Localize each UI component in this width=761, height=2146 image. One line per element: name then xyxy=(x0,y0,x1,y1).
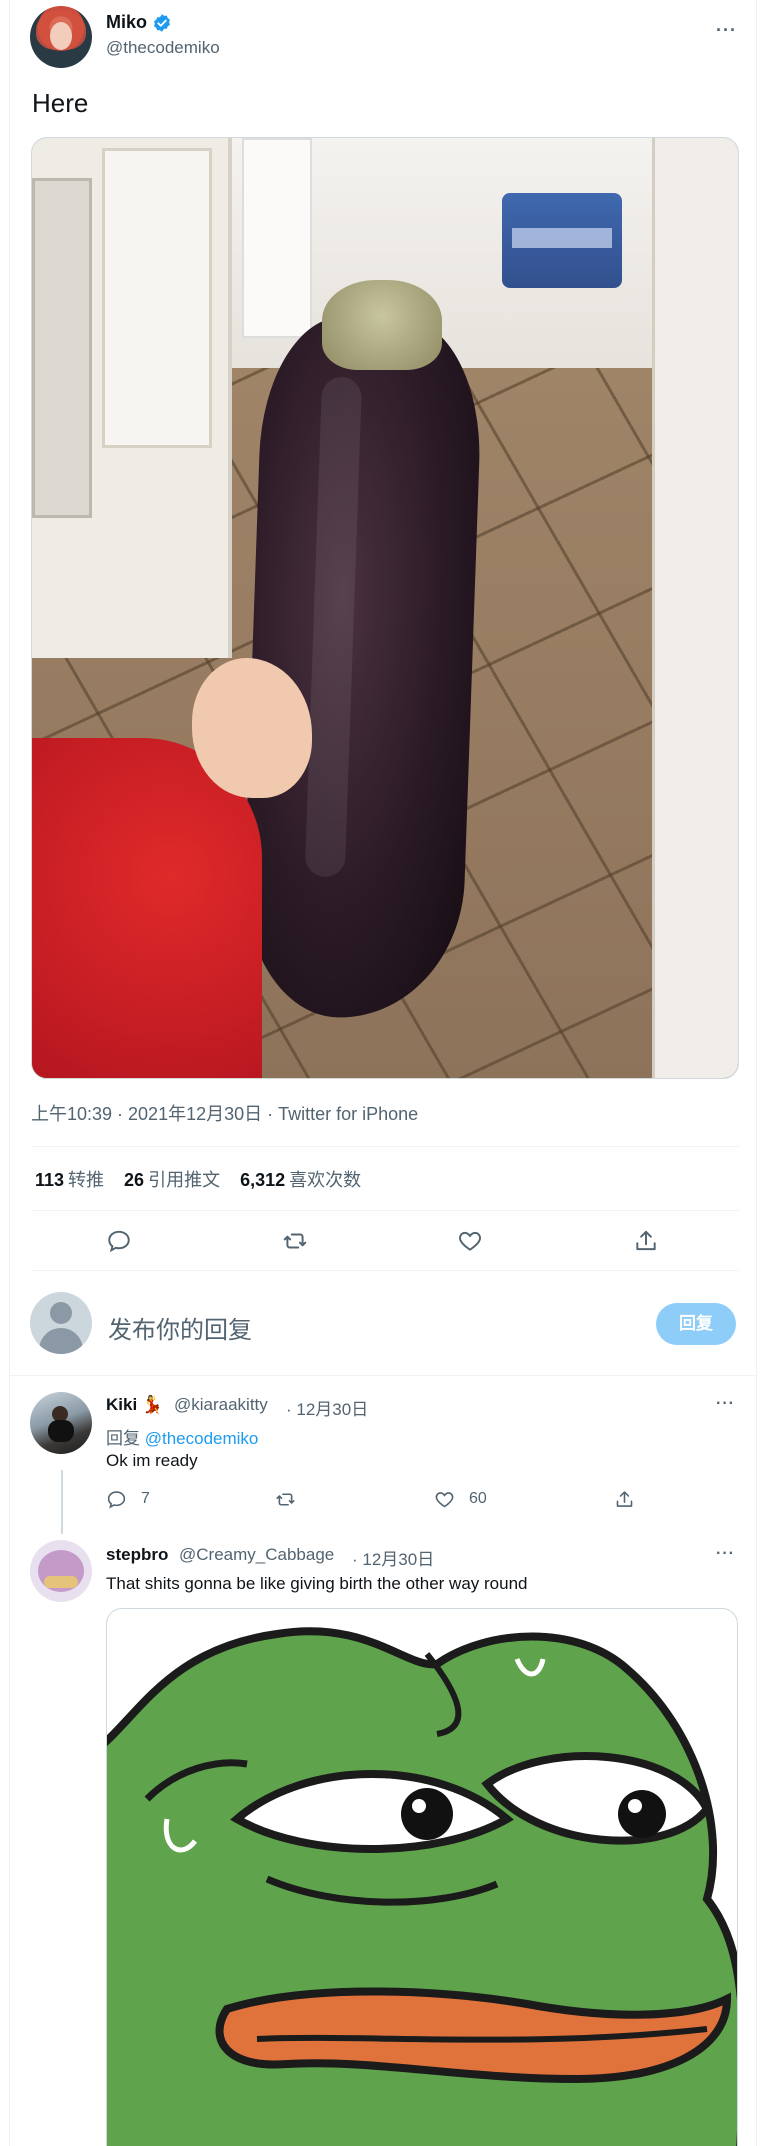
reply-author-name[interactable]: Kiki 💃 xyxy=(106,1395,163,1415)
retweets-stat[interactable]: 113 转推 xyxy=(35,1166,104,1192)
reply-image[interactable] xyxy=(106,1608,738,2146)
retweets-label: 转推 xyxy=(68,1170,105,1190)
divider xyxy=(31,1146,739,1147)
retweet-icon xyxy=(283,1233,307,1249)
like-count: 60 xyxy=(469,1490,487,1507)
divider xyxy=(31,1210,739,1211)
retweet-icon xyxy=(276,1492,295,1506)
replying-to-prefix: 回复 xyxy=(106,1429,140,1448)
reply-button[interactable] xyxy=(106,1228,132,1254)
author-handle[interactable]: @thecodemiko xyxy=(106,38,220,58)
likes-stat[interactable]: 6,312 喜欢次数 xyxy=(240,1166,361,1192)
replying-to: 回复 @thecodemiko xyxy=(106,1424,258,1449)
tweet-text: Here xyxy=(32,88,89,118)
reply-text: That shits gonna be like giving birth th… xyxy=(106,1574,528,1593)
reply-author-handle[interactable]: @Creamy_Cabbage xyxy=(179,1545,334,1565)
reply-author-handle[interactable]: @kiaraakitty xyxy=(174,1395,268,1415)
tweet-photo[interactable] xyxy=(31,137,739,1079)
verified-badge-icon xyxy=(154,14,170,32)
divider xyxy=(9,1375,757,1376)
photo-cabinet-right xyxy=(652,138,738,1078)
reply-author-name[interactable]: stepbro xyxy=(106,1545,168,1565)
reply-date[interactable]: · 12月30日 xyxy=(352,1545,434,1570)
replying-to-handle[interactable]: @thecodemiko xyxy=(145,1429,259,1448)
retweet-button[interactable] xyxy=(275,1488,296,1510)
reply-avatar[interactable] xyxy=(30,1392,92,1454)
avatar-figure-body xyxy=(48,1420,74,1442)
tweet-timestamp[interactable]: 上午10:39 · 2021年12月30日 · Twitter for iPho… xyxy=(31,1100,418,1126)
more-dots-icon[interactable]: ··· xyxy=(716,1395,735,1413)
photo-cabinet-door xyxy=(102,148,212,448)
reply-count: 7 xyxy=(141,1490,150,1507)
reply-icon xyxy=(107,1490,126,1508)
like-button[interactable] xyxy=(457,1228,483,1254)
quotes-label: 引用推文 xyxy=(148,1170,221,1190)
quotes-count: 26 xyxy=(124,1170,145,1190)
thread-line xyxy=(61,1470,63,1534)
heart-icon xyxy=(435,1491,454,1507)
share-button[interactable] xyxy=(633,1228,659,1254)
reply-text: Ok im ready xyxy=(106,1451,198,1470)
likes-label: 喜欢次数 xyxy=(289,1170,362,1190)
likes-count: 6,312 xyxy=(240,1170,286,1190)
divider xyxy=(31,1270,739,1271)
photo-water-bottles xyxy=(502,193,622,288)
reply-submit-button[interactable]: 回复 xyxy=(656,1303,736,1345)
more-dots-icon[interactable]: ··· xyxy=(716,1545,735,1563)
composer-avatar xyxy=(30,1292,92,1354)
photo-door xyxy=(242,138,312,338)
frog-drawing xyxy=(107,1627,737,2146)
avatar-creature-mouth xyxy=(44,1576,78,1588)
retweet-button[interactable] xyxy=(282,1228,308,1254)
quotes-stat[interactable]: 26 引用推文 xyxy=(124,1166,220,1192)
avatar-face xyxy=(50,22,72,50)
reply-date[interactable]: · 12月30日 xyxy=(286,1395,368,1420)
author-avatar[interactable] xyxy=(30,6,92,68)
photo-oven xyxy=(32,178,92,518)
reply-count-button[interactable]: 7 xyxy=(106,1488,150,1510)
author-name[interactable]: Miko xyxy=(106,12,147,33)
share-icon xyxy=(616,1490,633,1507)
tweet-actions xyxy=(0,1228,761,1254)
more-dots-icon[interactable]: ··· xyxy=(716,20,737,41)
share-icon xyxy=(636,1230,656,1251)
heart-icon xyxy=(459,1231,481,1251)
photo-eggplant-stem xyxy=(322,280,442,370)
like-count-button[interactable]: 60 xyxy=(434,1488,487,1510)
reply-icon xyxy=(108,1230,130,1253)
reply-input[interactable]: 发布你的回复 xyxy=(108,1310,252,1345)
reply-avatar[interactable] xyxy=(30,1540,92,1602)
retweets-count: 113 xyxy=(35,1170,65,1190)
tweet-stats: 113 转推 26 引用推文 6,312 喜欢次数 xyxy=(35,1166,361,1192)
share-button[interactable] xyxy=(614,1488,635,1510)
